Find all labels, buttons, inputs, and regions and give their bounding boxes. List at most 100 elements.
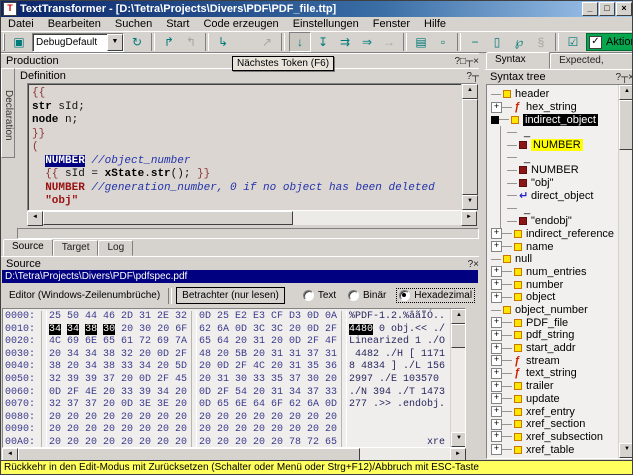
run-production-button[interactable]: ↳: [213, 33, 233, 51]
tree-item-item[interactable]: _: [487, 202, 618, 215]
hex-row[interactable]: 0000:25 50 44 46 2D 31 2E 320D 25 E2 E3 …: [3, 311, 450, 324]
tree-item-item[interactable]: _: [487, 126, 618, 139]
tree-item-text-string[interactable]: +ƒtext_string: [487, 367, 618, 380]
scroll-down-icon[interactable]: ▼: [462, 195, 478, 210]
hex-row[interactable]: 0010:34 34 38 30 20 30 20 6F62 6A 0D 3C …: [3, 324, 450, 337]
expand-plus-icon[interactable]: +: [491, 343, 502, 354]
hex-viewer[interactable]: 0000:25 50 44 46 2D 31 2E 320D 25 E2 E3 …: [2, 308, 466, 448]
tree-item-item[interactable]: _: [487, 151, 618, 164]
tree-item-indirect-object[interactable]: indirect_object: [487, 113, 618, 126]
expand-plus-icon[interactable]: +: [491, 330, 502, 341]
viewer-mode-button[interactable]: Betrachter (nur lesen): [176, 287, 285, 304]
tree-vertical-scrollbar[interactable]: ▲ ▼: [618, 85, 633, 458]
close-icon[interactable]: ×: [628, 72, 633, 83]
scrollbar-track[interactable]: [293, 211, 461, 225]
remove-breakpoint-button[interactable]: −: [465, 33, 485, 51]
hex-row[interactable]: 0030:20 34 34 38 32 20 0D 2F48 20 5B 20 …: [3, 349, 450, 362]
scroll-down-icon[interactable]: ▼: [451, 432, 466, 447]
tree-item-object-number[interactable]: object_number: [487, 304, 618, 317]
menu-item-code-erzeugen[interactable]: Code erzeugen: [196, 18, 285, 31]
hex-row[interactable]: 00A0:20 20 20 20 20 20 20 2020 20 20 20 …: [3, 437, 450, 447]
debug-config-combo[interactable]: DebugDefault▼: [32, 33, 124, 52]
tree-item-object[interactable]: +object: [487, 291, 618, 304]
toolbar-grip[interactable]: [3, 33, 5, 51]
menu-item-einstellungen[interactable]: Einstellungen: [286, 18, 366, 31]
expand-plus-icon[interactable]: +: [491, 102, 502, 113]
project-options-button[interactable]: ▣: [9, 33, 29, 51]
chevron-down-icon[interactable]: ▼: [107, 34, 123, 51]
scroll-up-icon[interactable]: ▲: [619, 85, 633, 100]
tree-item-null[interactable]: null: [487, 253, 618, 266]
expand-plus-icon[interactable]: +: [491, 381, 502, 392]
menu-item-start[interactable]: Start: [159, 18, 196, 31]
expand-plus-icon[interactable]: +: [491, 393, 502, 404]
tree-item-start-addr[interactable]: +start_addr: [487, 342, 618, 355]
editor-horizontal-scrollbar[interactable]: ◄ ►: [27, 211, 477, 225]
step-into-button[interactable]: ↱: [159, 33, 179, 51]
tree-item-xref-section[interactable]: +xref_section: [487, 418, 618, 431]
tree-item-pdf-string[interactable]: +pdf_string: [487, 329, 618, 342]
menu-item-fenster[interactable]: Fenster: [366, 18, 417, 31]
expand-plus-icon[interactable]: +: [491, 406, 502, 417]
editor-mode-button[interactable]: Editor (Windows-Zeilenumbrüche): [5, 288, 164, 303]
menu-item-datei[interactable]: Datei: [1, 18, 41, 31]
hex-row[interactable]: 0080:20 20 20 20 20 20 20 2020 20 20 20 …: [3, 412, 450, 425]
continue-button[interactable]: →: [379, 33, 399, 51]
radio-text[interactable]: Text: [301, 288, 338, 303]
scrollbar-thumb[interactable]: [451, 324, 466, 348]
definition-code-editor[interactable]: {{str sId;node n;}}( NUMBER //object_num…: [27, 83, 477, 211]
tree-item-indirect-reference[interactable]: +indirect_reference: [487, 228, 618, 241]
tree-item-num-entries[interactable]: +num_entries: [487, 266, 618, 279]
scroll-down-icon[interactable]: ▼: [619, 443, 633, 458]
scrollbar-thumb[interactable]: [619, 100, 633, 150]
expand-plus-icon[interactable]: +: [491, 431, 502, 442]
expand-plus-icon[interactable]: +: [491, 317, 502, 328]
expand-plus-icon[interactable]: +: [491, 355, 502, 366]
menu-item-hilfe[interactable]: Hilfe: [417, 18, 453, 31]
paragraph-button[interactable]: §: [531, 33, 551, 51]
next-token-button[interactable]: ↓: [289, 32, 311, 52]
expand-plus-icon[interactable]: +: [491, 241, 502, 252]
hex-row[interactable]: 0020:4C 69 6E 65 61 72 69 7A65 64 20 31 …: [3, 336, 450, 349]
panel-splitter[interactable]: [479, 53, 485, 461]
tree-item-hex-string[interactable]: +ƒhex_string: [487, 101, 618, 114]
tree-item-header[interactable]: header: [487, 88, 618, 101]
inspect-button[interactable]: ℘: [509, 33, 529, 51]
tree-item-xref-entry[interactable]: +xref_entry: [487, 405, 618, 418]
expand-plus-icon[interactable]: +: [491, 444, 502, 455]
tree-item-stream[interactable]: +ƒstream: [487, 354, 618, 367]
scrollbar-track[interactable]: [619, 150, 633, 443]
scroll-up-icon[interactable]: ▲: [462, 84, 478, 99]
pause-button[interactable]: ▯: [487, 33, 507, 51]
run-to-cursor-button[interactable]: ⇒: [357, 33, 377, 51]
restore-button[interactable]: □: [599, 2, 615, 16]
tab-declaration[interactable]: Declaration: [1, 68, 15, 158]
tree-item-name[interactable]: +name: [487, 240, 618, 253]
step-out-button[interactable]: ↰: [181, 33, 201, 51]
scroll-left-icon[interactable]: ◄: [27, 211, 43, 226]
tree-item-xref-table[interactable]: +xref_table: [487, 443, 618, 456]
node-button[interactable]: ▫: [433, 33, 453, 51]
radio-hexadezimal[interactable]: Hexadezimal: [396, 288, 475, 303]
tab-target[interactable]: Target: [53, 240, 99, 256]
tree-item-number[interactable]: +number: [487, 278, 618, 291]
editor-vertical-scrollbar[interactable]: ▲ ▼: [461, 84, 476, 210]
tree-item-endobj[interactable]: "endobj": [487, 215, 618, 228]
expand-plus-icon[interactable]: +: [491, 292, 502, 303]
tree-item-number[interactable]: NUMBER: [487, 164, 618, 177]
run-through-button[interactable]: ⇉: [335, 33, 355, 51]
tab-log[interactable]: Log: [98, 240, 133, 256]
tree-item-xref-subsection[interactable]: +xref_subsection: [487, 431, 618, 444]
radio-bin-r[interactable]: Binär: [346, 288, 388, 303]
hex-row[interactable]: 0090:20 20 20 20 20 20 20 2020 20 20 20 …: [3, 424, 450, 437]
actions-toggle[interactable]: ✓Aktionen: [586, 33, 633, 51]
expand-plus-icon[interactable]: +: [491, 368, 502, 379]
scrollbar-thumb[interactable]: [43, 211, 293, 225]
tree-item-trailer[interactable]: +trailer: [487, 380, 618, 393]
tab-syntax-tree[interactable]: Syntax tree: [486, 52, 550, 69]
tree-item-update[interactable]: +update: [487, 393, 618, 406]
token-table-button[interactable]: ▤: [411, 33, 431, 51]
reload-button[interactable]: ↻: [127, 33, 147, 51]
tree-item-direct-object[interactable]: ↵direct_object: [487, 190, 618, 203]
tab-expected-stack[interactable]: Expected, Stack: [550, 53, 633, 69]
